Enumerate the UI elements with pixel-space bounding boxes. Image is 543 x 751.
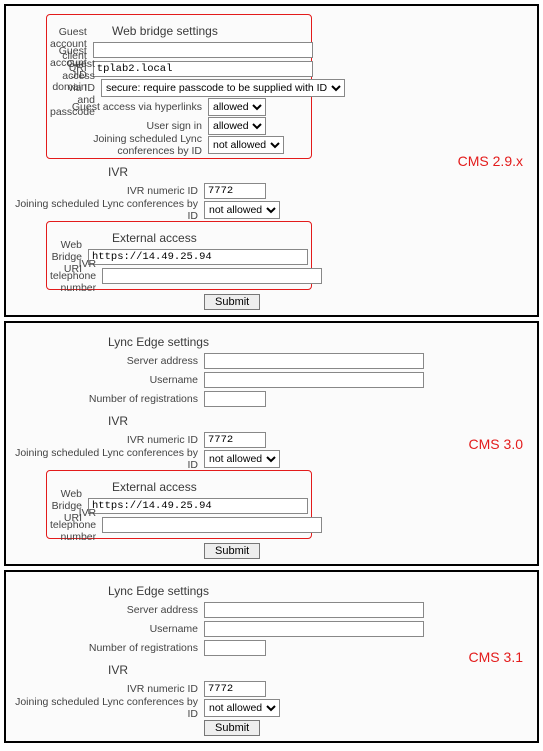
section-ivr-title-1: IVR (108, 165, 432, 179)
row-join-lync-4: Joining scheduled Lync conferences by ID… (12, 699, 432, 717)
highlight-external-2: External access Web Bridge URI IVR telep… (46, 470, 312, 539)
section-lync-edge-title-2: Lync Edge settings (108, 584, 432, 598)
row-username-1: Username (12, 371, 432, 389)
select-join-lync-3[interactable]: not allowed (204, 450, 280, 468)
row-ivr-tel-1: IVR telephone number (50, 267, 308, 285)
select-join-lync-2[interactable]: not allowed (204, 201, 280, 219)
version-label-29: CMS 2.9.x (458, 153, 523, 169)
input-username-2[interactable] (204, 621, 424, 637)
section-external-title-2: External access (112, 480, 308, 494)
label-join-lync-3: Joining scheduled Lync conferences by ID (12, 447, 204, 471)
highlight-web-bridge: Web bridge settings Guest account client… (46, 14, 312, 159)
select-guest-id-pass[interactable]: secure: require passcode to be supplied … (101, 79, 345, 97)
highlight-external-1: External access Web Bridge URI IVR telep… (46, 221, 312, 290)
label-join-lync-1: Joining scheduled Lync conferences by ID (50, 133, 208, 157)
row-server-addr-2: Server address (12, 601, 432, 619)
panel-cms29: CMS 2.9.x Web bridge settings Guest acco… (4, 4, 539, 317)
section-ivr-title-3: IVR (108, 663, 432, 677)
section-ivr-title-2: IVR (108, 414, 432, 428)
submit-button-3[interactable]: Submit (204, 720, 260, 736)
version-label-30: CMS 3.0 (469, 436, 523, 452)
label-username-1: Username (12, 374, 204, 386)
row-username-2: Username (12, 620, 432, 638)
content-31: Lync Edge settings Server address Userna… (12, 584, 432, 736)
select-guest-hyper[interactable]: allowed (208, 98, 266, 116)
input-web-bridge-uri-1[interactable] (88, 249, 308, 265)
row-num-reg-2: Number of registrations (12, 639, 432, 657)
section-external-title-1: External access (112, 231, 308, 245)
label-user-signin: User sign in (50, 120, 208, 132)
row-join-lync-3: Joining scheduled Lync conferences by ID… (12, 450, 432, 468)
input-num-reg-2[interactable] (204, 640, 266, 656)
row-ivr-tel-2: IVR telephone number (50, 516, 308, 534)
select-user-signin[interactable]: allowed (208, 117, 266, 135)
content-29: Web bridge settings Guest account client… (12, 14, 432, 310)
label-ivr-numeric-3: IVR numeric ID (12, 683, 204, 695)
label-guest-hyper: Guest access via hyperlinks (50, 101, 208, 113)
row-join-lync-1: Joining scheduled Lync conferences by ID… (50, 136, 308, 154)
select-join-lync-1[interactable]: not allowed (208, 136, 284, 154)
label-ivr-numeric-2: IVR numeric ID (12, 434, 204, 446)
label-ivr-tel-2: IVR telephone number (50, 507, 102, 543)
label-num-reg-2: Number of registrations (12, 642, 204, 654)
input-ivr-numeric-1[interactable] (204, 183, 266, 199)
submit-button-1[interactable]: Submit (204, 294, 260, 310)
row-num-reg-1: Number of registrations (12, 390, 432, 408)
input-ivr-numeric-2[interactable] (204, 432, 266, 448)
label-ivr-numeric-1: IVR numeric ID (12, 185, 204, 197)
select-join-lync-4[interactable]: not allowed (204, 699, 280, 717)
label-num-reg-1: Number of registrations (12, 393, 204, 405)
input-num-reg-1[interactable] (204, 391, 266, 407)
content-30: Lync Edge settings Server address Userna… (12, 335, 432, 559)
label-join-lync-2: Joining scheduled Lync conferences by ID (12, 198, 204, 222)
version-label-31: CMS 3.1 (469, 649, 523, 665)
input-server-addr-2[interactable] (204, 602, 424, 618)
label-username-2: Username (12, 623, 204, 635)
input-ivr-tel-1[interactable] (102, 268, 322, 284)
submit-button-2[interactable]: Submit (204, 543, 260, 559)
input-server-addr-1[interactable] (204, 353, 424, 369)
section-web-bridge-title: Web bridge settings (112, 24, 308, 38)
row-join-lync-2: Joining scheduled Lync conferences by ID… (12, 201, 432, 219)
input-guest-jid[interactable] (93, 61, 313, 77)
input-ivr-tel-2[interactable] (102, 517, 322, 533)
section-lync-edge-title-1: Lync Edge settings (108, 335, 432, 349)
input-web-bridge-uri-2[interactable] (88, 498, 308, 514)
input-ivr-numeric-3[interactable] (204, 681, 266, 697)
panel-cms31: CMS 3.1 Lync Edge settings Server addres… (4, 570, 539, 743)
panel-cms30: CMS 3.0 Lync Edge settings Server addres… (4, 321, 539, 566)
input-guest-client-uri[interactable] (93, 42, 313, 58)
row-guest-id-pass: Guest access via ID and passcode secure:… (50, 79, 308, 97)
label-server-addr-2: Server address (12, 604, 204, 616)
label-ivr-tel-1: IVR telephone number (50, 258, 102, 294)
input-username-1[interactable] (204, 372, 424, 388)
label-join-lync-4: Joining scheduled Lync conferences by ID (12, 696, 204, 720)
label-server-addr-1: Server address (12, 355, 204, 367)
row-server-addr-1: Server address (12, 352, 432, 370)
